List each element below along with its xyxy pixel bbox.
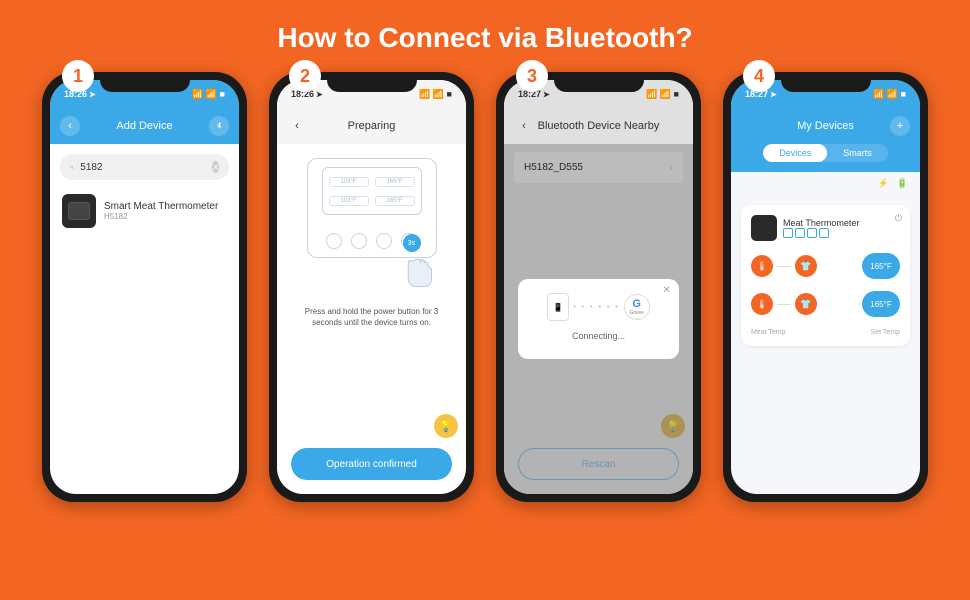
hold-duration-badge: 3s	[403, 234, 421, 252]
status-icons: 📶 📶 ■	[646, 89, 679, 100]
notch	[327, 72, 417, 92]
battery-icon: 🔋	[897, 178, 908, 189]
card-title: Meat Thermometer	[783, 218, 859, 228]
clear-icon[interactable]: ✕	[212, 161, 219, 173]
tabs: Devices Smarts	[731, 144, 920, 172]
screen: 18:26➤ 📶 📶 ■ ‹ Preparing 103°F165°F 103°…	[277, 80, 466, 494]
meat-icon: 👕	[795, 293, 817, 315]
content-area: H5182_D555 › 💡 Rescan ✕ 📱 • • • • • • G …	[504, 144, 693, 494]
step-badge: 1	[62, 60, 94, 92]
content-area: ✕ Smart Meat Thermometer H5182	[50, 144, 239, 494]
phone-frame: 18:26➤ 📶 📶 ■ ‹ Preparing 103°F165°F 103°…	[269, 72, 474, 502]
content-area: 103°F165°F 103°F165°F 3s Press and hold …	[277, 144, 466, 494]
device-result[interactable]: Smart Meat Thermometer H5182	[50, 186, 239, 236]
add-button[interactable]: +	[890, 116, 910, 136]
content-area: ⚡ 🔋 Meat Thermometer ⏻ 🌡	[731, 172, 920, 492]
brand-icon: G Govee	[624, 294, 650, 320]
status-icons: 📶 📶 ■	[873, 89, 906, 100]
close-icon[interactable]: ✕	[662, 285, 670, 296]
search-input[interactable]	[80, 162, 212, 173]
step-1: 1 18:26➤ 📶 📶 ■ ‹ Add Device ✕	[42, 72, 247, 502]
confirm-button[interactable]: Operation confirmed	[291, 448, 452, 480]
phone-frame: 18:27➤ 📶 📶 ■ ‹ Bluetooth Device Nearby H…	[496, 72, 701, 502]
phone-frame: 18:27➤ 📶 📶 ■ My Devices + Devices Smarts…	[723, 72, 928, 502]
notch	[781, 72, 871, 92]
dots-icon: • • • • • •	[573, 304, 619, 311]
device-model: H5182	[104, 212, 227, 221]
search-box[interactable]: ✕	[60, 154, 229, 180]
power-icon[interactable]: ⏻	[895, 213, 902, 224]
step-4: 4 18:27➤ 📶 📶 ■ My Devices + Devices Smar…	[723, 72, 928, 502]
screen-header: ‹ Add Device	[50, 108, 239, 144]
probe-indicators	[783, 228, 859, 238]
search-icon	[70, 162, 74, 173]
status-icons: 📶 📶 ■	[419, 89, 452, 100]
set-temp-1[interactable]: 165°F	[862, 253, 900, 279]
step-3: 3 18:27➤ 📶 📶 ■ ‹ Bluetooth Device Nearby…	[496, 72, 701, 502]
location-icon: ➤	[316, 90, 323, 99]
probe-row-2: 🌡 👕 165°F	[751, 291, 900, 317]
page-title: How to Connect via Bluetooth?	[0, 0, 970, 72]
device-thumb	[62, 194, 96, 228]
connecting-modal: ✕ 📱 • • • • • • G Govee Connecting...	[518, 279, 679, 359]
screen: 18:26➤ 📶 📶 ■ ‹ Add Device ✕ Smart Meat T…	[50, 80, 239, 494]
phone-frame: 18:26➤ 📶 📶 ■ ‹ Add Device ✕ Smart Meat T…	[42, 72, 247, 502]
notch	[554, 72, 644, 92]
header-title: My Devices	[797, 120, 854, 132]
status-icons: 📶 📶 ■	[192, 89, 225, 100]
label-set-temp: Set Temp	[871, 329, 900, 336]
device-thumb	[751, 215, 777, 241]
connecting-status: Connecting...	[528, 331, 669, 341]
tab-devices[interactable]: Devices	[763, 144, 827, 162]
phone-icon: 📱	[547, 293, 569, 321]
probe-icon: 🌡	[751, 293, 773, 315]
screen-header: ‹ Preparing	[277, 108, 466, 144]
back-button[interactable]: ‹	[287, 116, 307, 136]
set-temp-2[interactable]: 165°F	[862, 291, 900, 317]
finger-icon	[399, 256, 439, 292]
device-card[interactable]: Meat Thermometer ⏻ 🌡 👕 165°F	[741, 205, 910, 346]
step-badge: 3	[516, 60, 548, 92]
help-fab[interactable]: 💡	[434, 414, 458, 438]
location-icon: ➤	[770, 90, 777, 99]
device-name: Smart Meat Thermometer	[104, 201, 227, 212]
step-badge: 4	[743, 60, 775, 92]
header-title: Preparing	[348, 120, 396, 132]
location-icon: ➤	[543, 90, 550, 99]
step-badge: 2	[289, 60, 321, 92]
label-meat-temp: Meat Temp	[751, 329, 786, 336]
bluetooth-icon: ⚡	[878, 178, 889, 189]
screen: 18:27➤ 📶 📶 ■ ‹ Bluetooth Device Nearby H…	[504, 80, 693, 494]
screen-header: My Devices +	[731, 108, 920, 144]
meat-icon: 👕	[795, 255, 817, 277]
back-button[interactable]: ‹	[514, 116, 534, 136]
notch	[100, 72, 190, 92]
back-button[interactable]: ‹	[60, 116, 80, 136]
phones-row: 1 18:26➤ 📶 📶 ■ ‹ Add Device ✕	[0, 72, 970, 502]
tab-smarts[interactable]: Smarts	[827, 144, 888, 162]
probe-icon: 🌡	[751, 255, 773, 277]
instruction-text: Press and hold the power button for 3 se…	[277, 306, 466, 328]
step-2: 2 18:26➤ 📶 📶 ■ ‹ Preparing 103°F165°F 10…	[269, 72, 474, 502]
probe-row-1: 🌡 👕 165°F	[751, 253, 900, 279]
screen: 18:27➤ 📶 📶 ■ My Devices + Devices Smarts…	[731, 80, 920, 494]
connecting-overlay: ✕ 📱 • • • • • • G Govee Connecting...	[504, 144, 693, 494]
location-icon: ➤	[89, 90, 96, 99]
screen-header: ‹ Bluetooth Device Nearby	[504, 108, 693, 144]
header-title: Add Device	[116, 120, 172, 132]
device-diagram: 103°F165°F 103°F165°F 3s	[307, 158, 437, 278]
bluetooth-icon[interactable]	[209, 116, 229, 136]
header-title: Bluetooth Device Nearby	[538, 120, 660, 132]
